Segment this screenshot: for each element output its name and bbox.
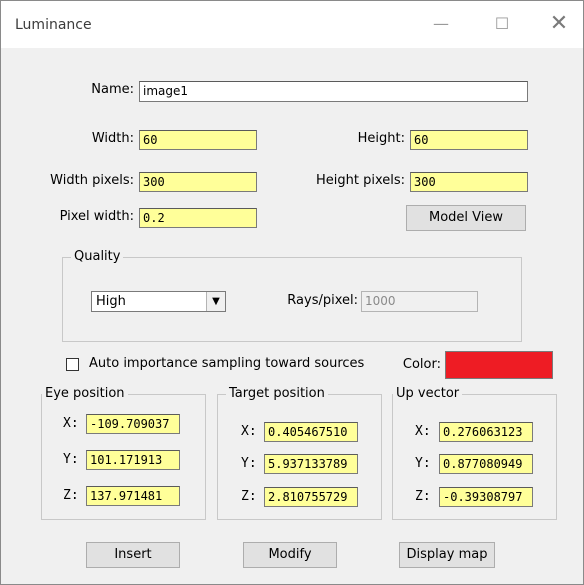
quality-group-title: Quality xyxy=(71,249,124,264)
auto-sampling-checkbox[interactable] xyxy=(66,358,79,371)
width-input[interactable]: 60 xyxy=(139,130,257,150)
model-view-button[interactable]: Model View xyxy=(406,205,526,231)
color-label: Color: xyxy=(402,357,441,372)
up-y-label: Y: xyxy=(415,456,431,471)
up-x-input[interactable]: 0.276063123 xyxy=(439,422,533,442)
window-title: Luminance xyxy=(15,17,92,33)
up-y-input[interactable]: 0.877080949 xyxy=(439,454,533,474)
width-pixels-input[interactable]: 300 xyxy=(139,172,257,192)
eye-y-label: Y: xyxy=(63,452,79,467)
eye-position-title: Eye position xyxy=(42,386,128,401)
eye-z-input[interactable]: 137.971481 xyxy=(86,486,180,506)
up-x-label: X: xyxy=(415,424,431,439)
auto-sampling-label: Auto importance sampling toward sources xyxy=(89,356,365,371)
target-position-title: Target position xyxy=(226,386,328,401)
luminance-dialog: Luminance — ☐ ✕ Name: image1 Width: 60 H… xyxy=(0,0,584,585)
up-vector-title: Up vector xyxy=(393,386,463,401)
eye-x-input[interactable]: -109.709037 xyxy=(86,414,180,434)
height-input[interactable]: 60 xyxy=(410,130,528,150)
width-label: Width: xyxy=(91,131,134,146)
up-z-input[interactable]: -0.39308797 xyxy=(439,487,533,507)
display-map-button[interactable]: Display map xyxy=(399,542,495,568)
up-z-label: Z: xyxy=(415,489,431,504)
target-x-input[interactable]: 0.405467510 xyxy=(264,422,358,442)
close-icon[interactable]: ✕ xyxy=(539,9,579,39)
eye-x-label: X: xyxy=(63,416,79,431)
maximize-icon[interactable]: ☐ xyxy=(482,9,522,39)
pixel-width-label: Pixel width: xyxy=(59,209,134,224)
modify-button[interactable]: Modify xyxy=(243,542,337,568)
target-y-label: Y: xyxy=(241,456,257,471)
target-z-input[interactable]: 2.810755729 xyxy=(264,487,358,507)
height-pixels-input[interactable]: 300 xyxy=(410,172,528,192)
pixel-width-input[interactable]: 0.2 xyxy=(139,208,257,228)
title-bar: Luminance — ☐ ✕ xyxy=(1,1,583,48)
target-y-input[interactable]: 5.937133789 xyxy=(264,454,358,474)
chevron-down-icon[interactable]: ▼ xyxy=(206,292,225,311)
name-input[interactable]: image1 xyxy=(139,81,528,102)
insert-button[interactable]: Insert xyxy=(86,542,180,568)
rays-per-pixel-label: Rays/pixel: xyxy=(287,293,358,308)
name-label: Name: xyxy=(91,82,134,97)
quality-select[interactable]: High ▼ xyxy=(91,291,226,312)
eye-y-input[interactable]: 101.171913 xyxy=(86,450,180,470)
target-z-label: Z: xyxy=(241,489,257,504)
height-label: Height: xyxy=(357,131,405,146)
width-pixels-label: Width pixels: xyxy=(50,173,134,188)
color-swatch[interactable] xyxy=(445,351,553,379)
quality-selected-value: High xyxy=(96,294,126,309)
rays-per-pixel-input: 1000 xyxy=(361,291,478,312)
target-x-label: X: xyxy=(241,424,257,439)
minimize-icon[interactable]: — xyxy=(421,9,461,39)
height-pixels-label: Height pixels: xyxy=(315,173,405,188)
eye-z-label: Z: xyxy=(63,488,79,503)
